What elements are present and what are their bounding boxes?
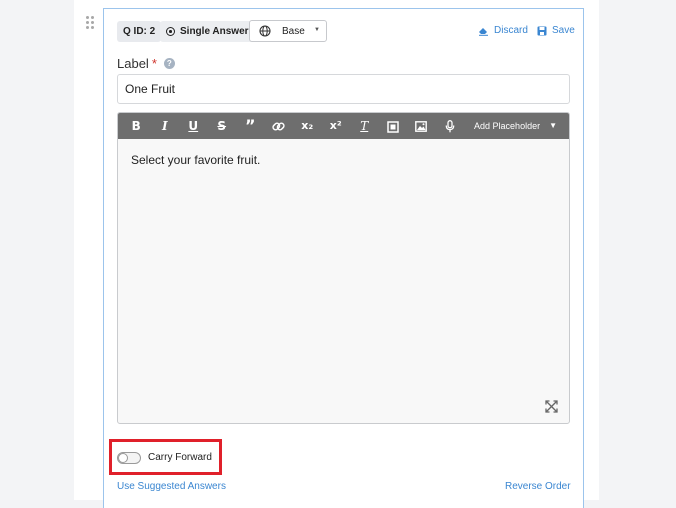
- save-icon: [537, 26, 547, 35]
- chevron-down-icon: ▼: [549, 121, 557, 130]
- toggle-knob: [118, 453, 128, 463]
- rich-text-editor: B I U S ” x₂ x² T Add Placeholder ▼ Sele…: [117, 112, 570, 424]
- add-placeholder-dropdown[interactable]: Add Placeholder ▼: [474, 113, 557, 139]
- drag-handle-icon[interactable]: [86, 16, 96, 29]
- subscript-button[interactable]: x₂: [293, 113, 322, 139]
- eraser-icon: [479, 27, 488, 36]
- underline-button[interactable]: U: [179, 113, 208, 139]
- reverse-order-link[interactable]: Reverse Order: [505, 481, 571, 492]
- radio-icon: [166, 27, 175, 36]
- italic-button[interactable]: I: [151, 113, 180, 139]
- bold-button[interactable]: B: [122, 113, 151, 139]
- globe-icon: [259, 25, 271, 37]
- carry-forward-label: Carry Forward: [148, 452, 212, 463]
- discard-label: Discard: [494, 25, 528, 36]
- label-field-label: Label * ?: [117, 56, 175, 71]
- label-text: Label: [117, 56, 149, 71]
- use-suggested-answers-link[interactable]: Use Suggested Answers: [117, 481, 226, 492]
- link-button[interactable]: [265, 113, 294, 139]
- audio-button[interactable]: [436, 113, 465, 139]
- editor-content[interactable]: Select your favorite fruit.: [131, 153, 260, 167]
- clear-format-button[interactable]: T: [350, 113, 379, 139]
- help-icon[interactable]: ?: [163, 58, 175, 69]
- video-icon: [387, 120, 399, 133]
- video-button[interactable]: [379, 113, 408, 139]
- save-label: Save: [552, 25, 575, 36]
- superscript-button[interactable]: x²: [322, 113, 351, 139]
- required-marker: *: [151, 56, 157, 71]
- image-icon: [415, 121, 428, 132]
- discard-button[interactable]: Discard: [478, 25, 528, 36]
- question-type-label: Single Answer: [180, 26, 249, 37]
- add-placeholder-label: Add Placeholder: [474, 121, 541, 131]
- language-select[interactable]: Base ▼: [249, 20, 327, 42]
- expand-icon[interactable]: [545, 400, 558, 413]
- label-input[interactable]: One Fruit: [117, 74, 570, 104]
- microphone-icon: [445, 120, 455, 133]
- question-type-badge: Single Answer: [160, 21, 255, 42]
- carry-forward-toggle[interactable]: [117, 452, 141, 464]
- blockquote-button[interactable]: ”: [236, 113, 265, 139]
- chevron-down-icon: ▼: [314, 27, 320, 33]
- image-button[interactable]: [407, 113, 436, 139]
- strikethrough-button[interactable]: S: [208, 113, 237, 139]
- language-select-value: Base: [282, 25, 305, 37]
- question-id-badge: Q ID: 2: [117, 21, 162, 42]
- editor-toolbar: B I U S ” x₂ x² T Add Placeholder ▼: [118, 113, 569, 139]
- link-icon: [272, 122, 285, 131]
- save-button[interactable]: Save: [537, 25, 575, 36]
